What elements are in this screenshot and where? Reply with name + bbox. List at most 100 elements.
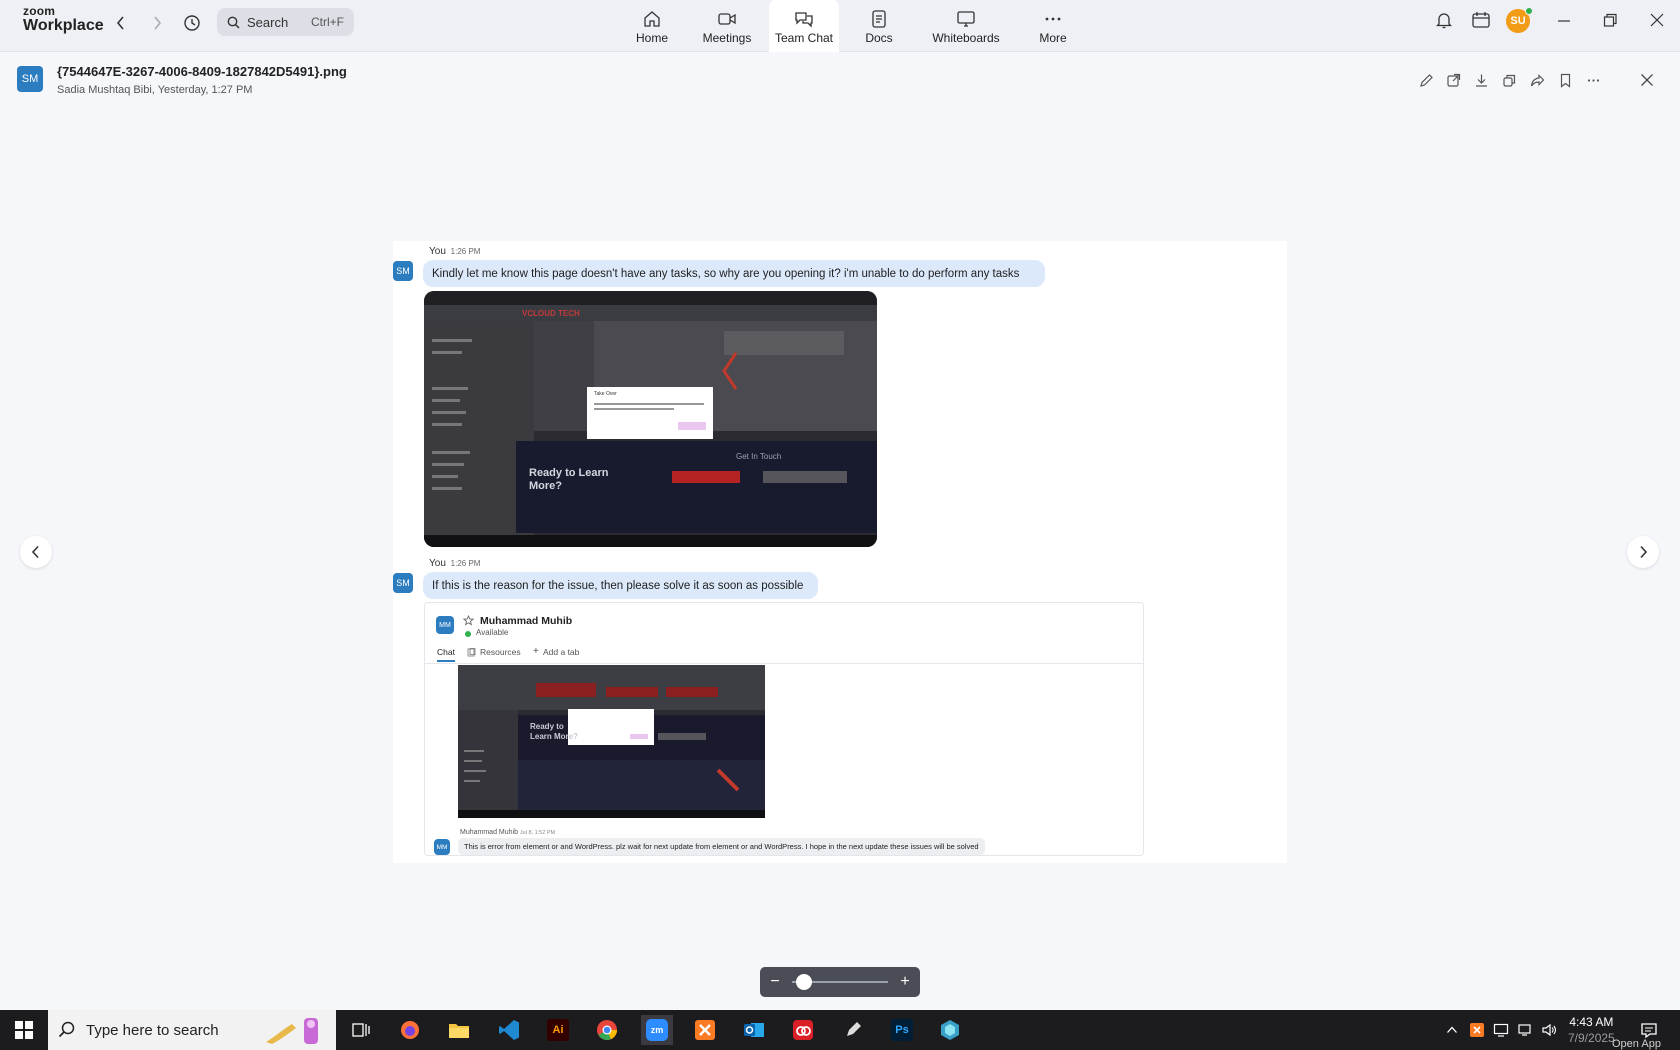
zoom-in-button[interactable]: +	[898, 973, 912, 991]
restore-button[interactable]	[1603, 10, 1617, 35]
tab-docs[interactable]: Docs	[839, 0, 919, 52]
history-button[interactable]	[181, 12, 203, 34]
reply-time: Jul 8, 1:52 PM	[519, 830, 556, 836]
pen-tool-app[interactable]	[838, 1015, 868, 1045]
brand-small: zoom	[23, 4, 56, 18]
close-window-button[interactable]	[1650, 10, 1664, 35]
message-avatar: SM	[393, 261, 413, 281]
network-icon[interactable]	[1517, 1022, 1533, 1038]
tab-whiteboards[interactable]: Whiteboards	[919, 0, 1013, 52]
annotate-button[interactable]	[1416, 70, 1436, 90]
message-header: You 1:26 PM	[429, 246, 480, 257]
message-bubble: Kindly let me know this page doesn't hav…	[423, 260, 1045, 287]
chevron-left-icon	[31, 545, 39, 559]
webpage-screenshot-graphic	[424, 291, 877, 547]
more-options-button[interactable]	[1583, 70, 1603, 90]
vscode-app[interactable]	[494, 1015, 524, 1045]
tab-home[interactable]: Home	[619, 0, 685, 52]
message-text: Kindly let me know this page doesn't hav…	[432, 267, 1020, 280]
zoom-app[interactable]: zm	[641, 1015, 673, 1045]
taskbar-clock[interactable]: 4:43 AM 7/9/2025	[1568, 1014, 1615, 1046]
taskbar-search[interactable]: Type here to search	[48, 1010, 336, 1050]
chevron-right-icon	[1640, 545, 1648, 559]
tab-label: Whiteboards	[932, 31, 1000, 45]
outlook-app[interactable]	[739, 1015, 769, 1045]
task-view-button[interactable]	[346, 1015, 376, 1045]
photoshop-app[interactable]: Ps	[887, 1015, 917, 1045]
quoted-tab-add: Add a tab	[543, 647, 580, 657]
system-tray	[1446, 1010, 1565, 1050]
illustrator-app[interactable]: Ai	[543, 1015, 573, 1045]
firefox-app[interactable]	[395, 1015, 425, 1045]
message-header: You 1:26 PM	[429, 558, 480, 569]
message-time: 1:26 PM	[450, 559, 481, 568]
notifications-button[interactable]	[1435, 10, 1453, 35]
notification-center-icon	[1641, 1023, 1657, 1039]
illustrator-icon: Ai	[547, 1019, 569, 1041]
more-horizontal-icon	[1587, 78, 1599, 82]
bell-icon	[1435, 13, 1453, 29]
user-initials: SU	[1510, 15, 1526, 27]
clock-time: 4:43 AM	[1569, 1015, 1614, 1029]
forward-button[interactable]	[146, 12, 168, 34]
tab-label: Docs	[865, 31, 893, 45]
search-box[interactable]: Search Ctrl+F	[217, 8, 354, 36]
tab-team-chat[interactable]: Team Chat	[769, 0, 839, 52]
xampp-tray-icon[interactable]	[1469, 1022, 1485, 1038]
user-avatar[interactable]: SU	[1506, 7, 1533, 33]
calendar-icon	[1472, 12, 1490, 28]
reply-text: This is error from element or and WordPr…	[464, 842, 979, 851]
creative-cloud-app[interactable]	[788, 1015, 818, 1045]
close-icon	[1641, 74, 1653, 86]
resources-icon	[467, 648, 476, 657]
search-icon	[58, 1021, 75, 1038]
copy-button[interactable]	[1499, 70, 1519, 90]
zoom-out-button[interactable]: −	[768, 973, 782, 991]
start-button[interactable]	[9, 1015, 39, 1045]
sender-avatar-initials: SM	[21, 73, 39, 85]
nested-screenshot: Ready to Learn More?	[458, 665, 765, 818]
file-explorer-app[interactable]	[444, 1015, 474, 1045]
back-button[interactable]	[110, 12, 132, 34]
chrome-icon	[597, 1020, 618, 1040]
clock-date: 7/9/2025	[1568, 1031, 1615, 1045]
more-icon	[1045, 17, 1061, 21]
nested-webpage-graphic	[458, 665, 765, 818]
reply-avatar-initials: MM	[436, 843, 448, 851]
speaker-icon[interactable]	[1541, 1022, 1557, 1038]
app-hex[interactable]	[935, 1015, 965, 1045]
tab-more[interactable]: More	[1013, 0, 1093, 52]
search-icon	[227, 16, 240, 29]
doc-icon	[872, 10, 886, 28]
minimize-button[interactable]	[1557, 10, 1571, 35]
close-viewer-button[interactable]	[1637, 70, 1657, 90]
message-text: If this is the reason for the issue, the…	[432, 579, 804, 592]
reply-avatar: MM	[434, 839, 450, 855]
bookmark-button[interactable]	[1555, 70, 1575, 90]
display-settings-icon[interactable]	[1493, 1022, 1509, 1038]
open-external-icon	[1446, 73, 1460, 87]
share-button[interactable]	[1527, 70, 1547, 90]
zoom-slider[interactable]	[792, 974, 888, 990]
available-status-dot	[465, 631, 471, 637]
plus-icon: +	[533, 646, 539, 657]
chevron-up-icon[interactable]	[1446, 1024, 1458, 1036]
zoom-slider-handle[interactable]	[796, 974, 812, 990]
history-icon	[184, 15, 200, 31]
copy-icon	[1502, 74, 1515, 87]
calendar-button[interactable]	[1471, 10, 1491, 35]
open-external-button[interactable]	[1443, 70, 1463, 90]
nested-heading: Ready to Learn More?	[530, 722, 579, 741]
xampp-app[interactable]	[690, 1015, 720, 1045]
message-avatar: SM	[393, 573, 413, 593]
outlook-icon	[744, 1023, 764, 1037]
tab-label: Team Chat	[774, 31, 834, 45]
chrome-app[interactable]	[592, 1015, 622, 1045]
next-image-button[interactable]	[1627, 536, 1659, 568]
download-button[interactable]	[1471, 70, 1491, 90]
previous-image-button[interactable]	[20, 536, 52, 568]
photoshop-icon: Ps	[891, 1019, 913, 1041]
tab-meetings[interactable]: Meetings	[685, 0, 769, 52]
quoted-avatar: MM	[436, 616, 454, 634]
chat-icon	[795, 12, 813, 28]
